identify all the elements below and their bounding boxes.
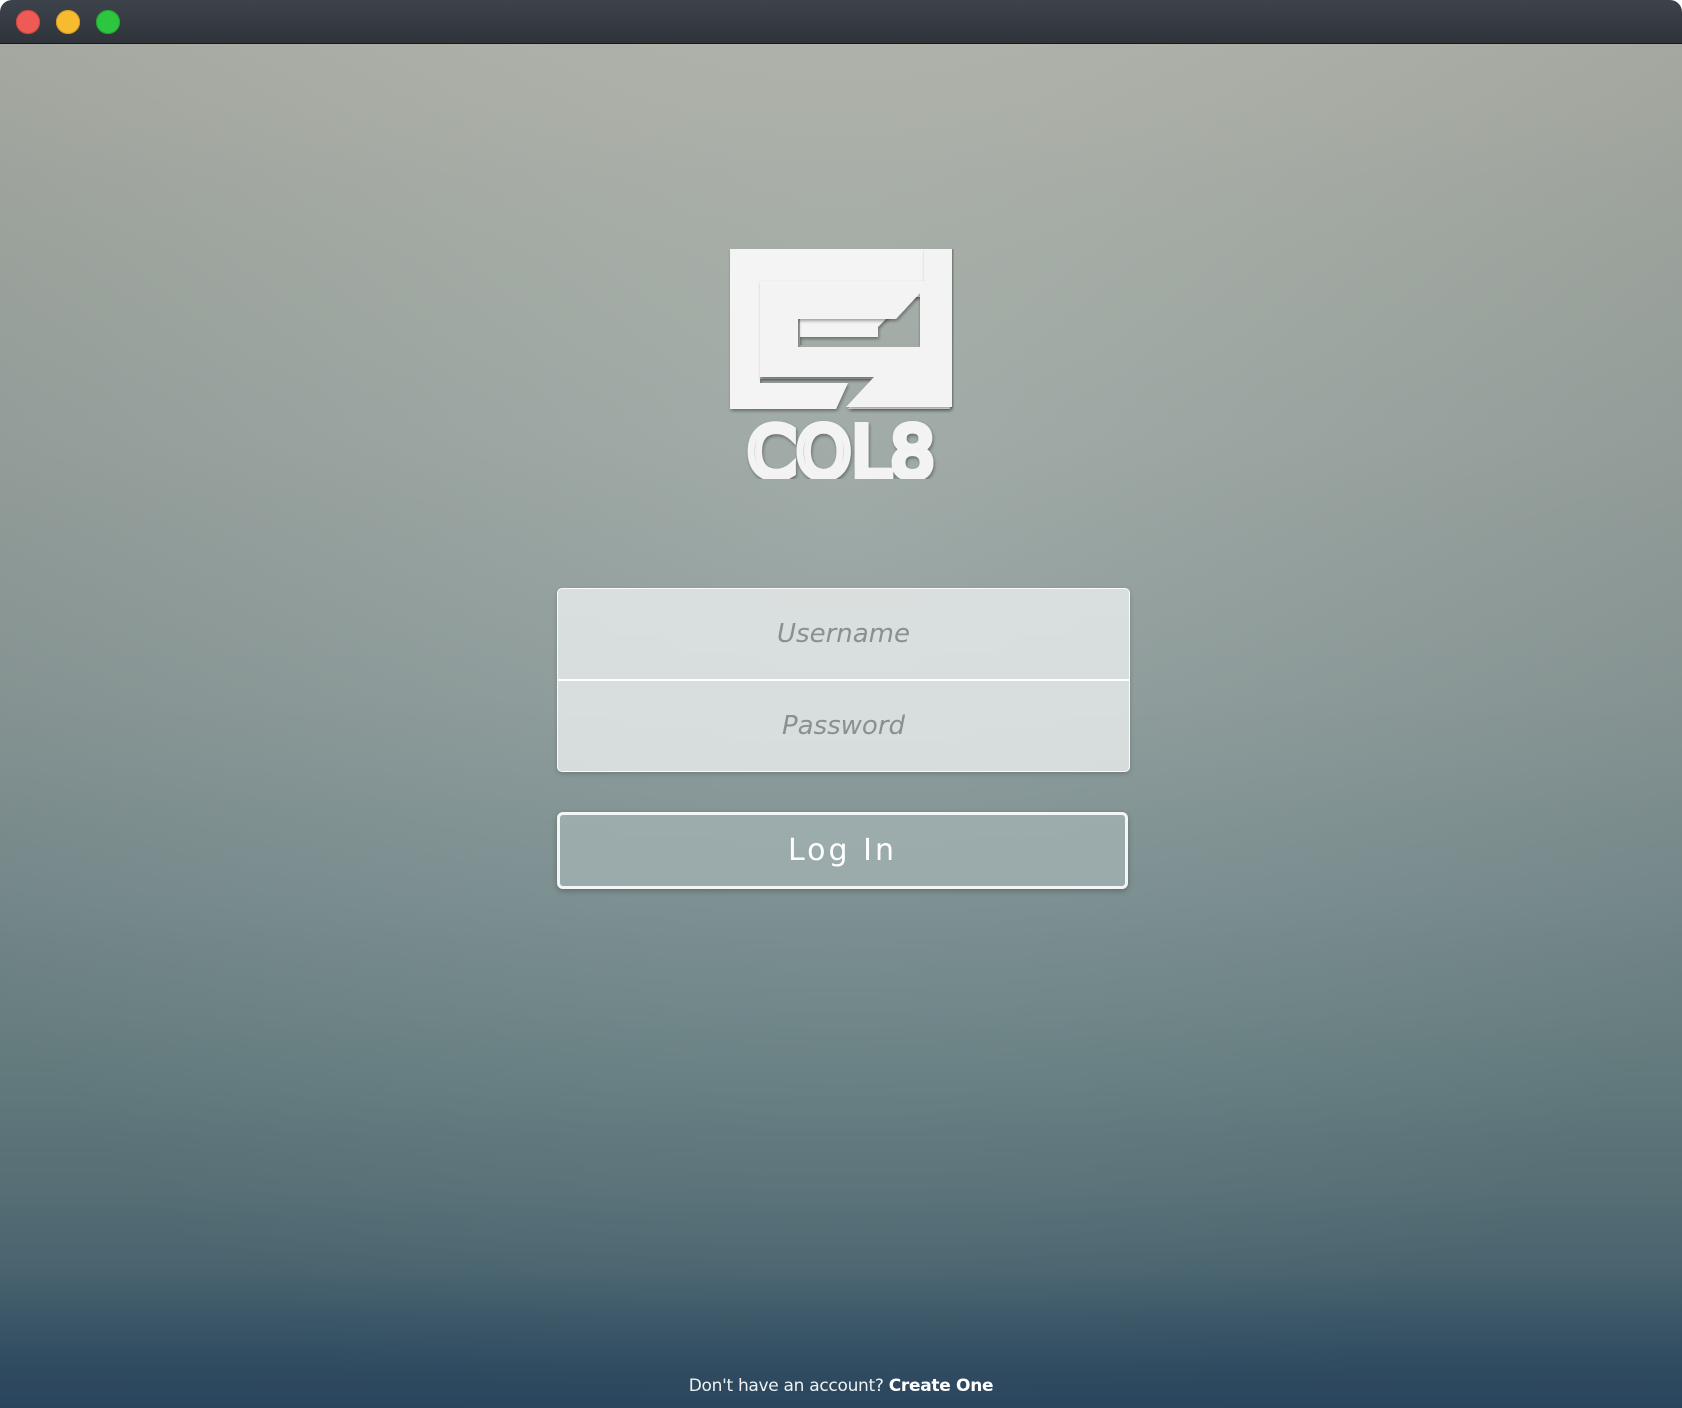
login-screen: COL8 Log In — [0, 44, 1682, 1408]
signup-prompt: Don't have an account? Create One — [0, 1376, 1682, 1396]
create-account-link[interactable]: Create One — [889, 1376, 994, 1396]
username-input[interactable] — [558, 589, 1129, 679]
col8-logo-icon: COL8 — [728, 249, 952, 479]
login-button[interactable]: Log In — [557, 812, 1128, 889]
logo-wordmark: COL8 — [747, 412, 935, 479]
app-window: COL8 Log In Don't have an account? Creat… — [0, 0, 1682, 1408]
title-bar — [0, 0, 1682, 44]
signup-prompt-text: Don't have an account? — [688, 1376, 884, 1396]
minimize-button[interactable] — [56, 10, 80, 34]
login-form — [557, 588, 1130, 772]
close-button[interactable] — [16, 10, 40, 34]
zoom-button[interactable] — [96, 10, 120, 34]
password-input[interactable] — [558, 681, 1129, 771]
